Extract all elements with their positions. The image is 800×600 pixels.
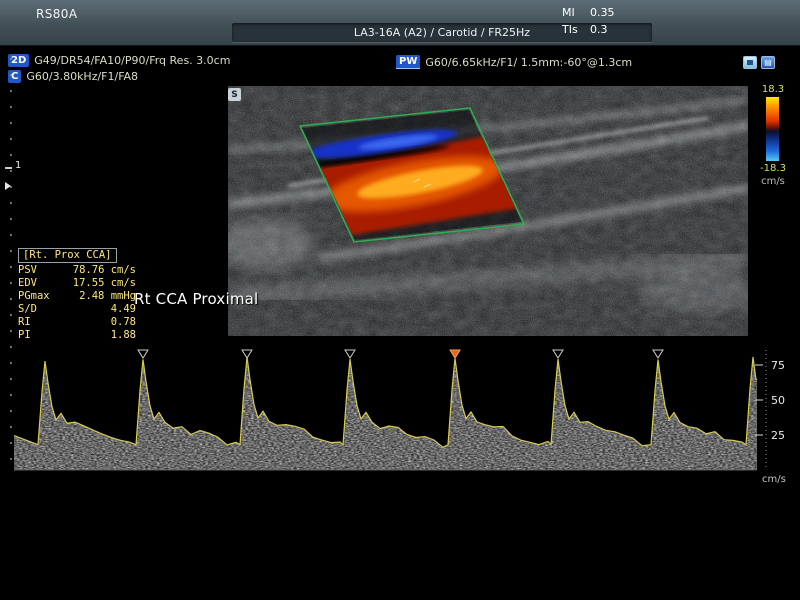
measurement-label: EDV bbox=[18, 277, 37, 290]
focus-marker-icon[interactable] bbox=[5, 182, 11, 190]
ruler-tick bbox=[10, 138, 12, 140]
mi-value: 0.35 bbox=[590, 6, 615, 19]
ruler-tick bbox=[10, 298, 12, 300]
color-mode-info: C G60/3.80kHz/F1/FA8 bbox=[8, 69, 138, 83]
b-mode-info: 2D G49/DR54/FA10/P90/Frq Res. 3.0cm bbox=[8, 53, 230, 67]
measurement-value: 4.49 bbox=[111, 303, 136, 316]
measurement-value: 2.48 mmHg bbox=[79, 290, 136, 303]
top-status-bar: RS80A LA3-16A (A2) / Carotid / FR25Hz MI… bbox=[0, 0, 800, 46]
measurement-row: EDV 17.55 cm/s bbox=[18, 277, 136, 290]
measurement-value: 17.55 cm/s bbox=[73, 277, 136, 290]
ruler-number: 1 bbox=[15, 160, 21, 171]
color-scale-bar[interactable] bbox=[766, 97, 779, 161]
measurement-row: S/D 4.49 bbox=[18, 303, 136, 316]
measurement-label: RI bbox=[18, 316, 31, 329]
b-mode-image-area bbox=[228, 86, 748, 336]
depth-ruler bbox=[10, 0, 14, 600]
b-mode-params: G49/DR54/FA10/P90/Frq Res. 3.0cm bbox=[34, 54, 230, 67]
velocity-axis-label: 25 bbox=[771, 429, 785, 442]
measurement-value: 0.78 bbox=[111, 316, 136, 329]
ruler-tick bbox=[10, 282, 12, 284]
pw-mode-info: PW G60/6.65kHz/F1/ 1.5mm:-60°@1.3cm bbox=[396, 55, 632, 69]
image-grid-icon[interactable]: ▤ bbox=[761, 56, 775, 69]
acoustic-output: MI 0.35 TIs 0.3 bbox=[562, 6, 615, 40]
mi-label: MI bbox=[562, 6, 590, 19]
measurement-label: S/D bbox=[18, 303, 37, 316]
tis-label: TIs bbox=[562, 23, 590, 36]
ruler-tick bbox=[10, 90, 12, 92]
probe-preset-info: LA3-16A (A2) / Carotid / FR25Hz bbox=[354, 26, 530, 39]
color-scale-min: -18.3 bbox=[752, 163, 794, 174]
measurement-value: 78.76 cm/s bbox=[73, 264, 136, 277]
color-scale-max: 18.3 bbox=[754, 84, 792, 95]
ultrasound-screen: RS80A LA3-16A (A2) / Carotid / FR25Hz MI… bbox=[0, 0, 800, 600]
ruler-tick bbox=[10, 234, 12, 236]
beat-marker-icon[interactable] bbox=[345, 350, 355, 358]
velocity-axis-unit: cm/s bbox=[762, 474, 786, 485]
velocity-axis-label: 75 bbox=[771, 359, 785, 372]
image-thumbnail-icon[interactable] bbox=[743, 56, 757, 69]
b-mode-image bbox=[228, 86, 748, 336]
ruler-tick bbox=[10, 122, 12, 124]
measurement-panel: [Rt. Prox CCA] PSV 78.76 cm/s EDV 17.55 … bbox=[18, 243, 138, 342]
measurement-title: [Rt. Prox CCA] bbox=[18, 248, 117, 263]
beat-marker-icon[interactable] bbox=[653, 350, 663, 358]
ruler-tick bbox=[10, 250, 12, 252]
ruler-tick bbox=[10, 266, 12, 268]
spectral-display-area: 75 50 25 cm/s bbox=[0, 338, 800, 493]
thumbnail-glyph bbox=[747, 60, 753, 65]
beat-marker-icon[interactable] bbox=[553, 350, 563, 358]
measurement-label: PGmax bbox=[18, 290, 50, 303]
spectral-trace bbox=[14, 357, 757, 470]
ruler-tick bbox=[10, 74, 12, 76]
orientation-marker: S bbox=[228, 88, 241, 101]
measurement-row: PGmax 2.48 mmHg bbox=[18, 290, 136, 303]
ruler-tick bbox=[10, 218, 12, 220]
active-beat-marker-icon[interactable] bbox=[450, 350, 460, 358]
annotation-label[interactable]: Rt CCA Proximal bbox=[134, 290, 258, 308]
tis-value: 0.3 bbox=[590, 23, 608, 36]
spectral-display: 75 50 25 cm/s bbox=[0, 338, 800, 493]
ruler-tick bbox=[10, 58, 12, 60]
color-scale-unit: cm/s bbox=[754, 176, 792, 187]
pw-mode-params: G60/6.65kHz/F1/ 1.5mm:-60°@1.3cm bbox=[425, 56, 632, 69]
measurement-row: RI 0.78 bbox=[18, 316, 136, 329]
color-mode-params: G60/3.80kHz/F1/FA8 bbox=[26, 70, 138, 83]
beat-marker-icon[interactable] bbox=[138, 350, 148, 358]
measurement-label: PSV bbox=[18, 264, 37, 277]
ruler-tick bbox=[10, 170, 12, 172]
ruler-major-tick bbox=[5, 167, 12, 169]
velocity-axis-label: 50 bbox=[771, 394, 785, 407]
beat-marker-icon[interactable] bbox=[242, 350, 252, 358]
ruler-tick bbox=[10, 154, 12, 156]
ruler-tick bbox=[10, 106, 12, 108]
ruler-tick bbox=[10, 314, 12, 316]
ruler-tick bbox=[10, 330, 12, 332]
system-model: RS80A bbox=[36, 7, 77, 21]
measurement-row: PSV 78.76 cm/s bbox=[18, 264, 136, 277]
pw-mode-badge[interactable]: PW bbox=[396, 55, 420, 69]
ruler-tick bbox=[10, 202, 12, 204]
